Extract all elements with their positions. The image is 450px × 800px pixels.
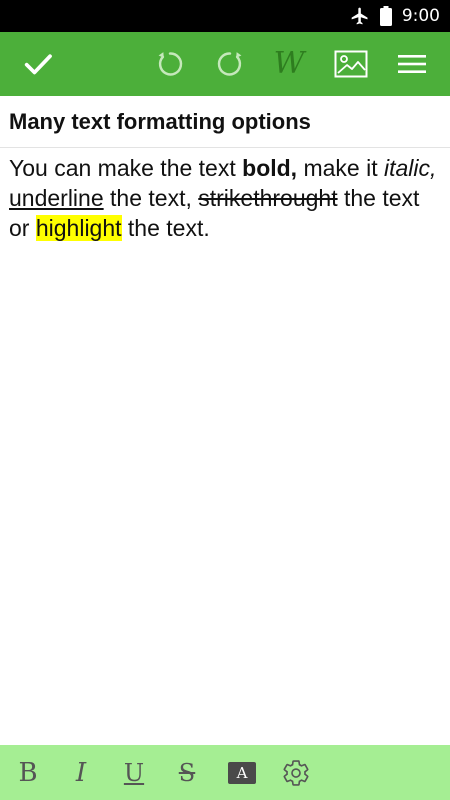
status-bar: 9:00 — [0, 0, 450, 32]
underline-button[interactable]: U — [114, 745, 154, 800]
settings-button[interactable] — [276, 745, 316, 800]
text-color-button[interactable]: A — [222, 745, 262, 800]
strikethrough-button[interactable]: S — [167, 745, 207, 800]
body-strike-text: strikethrought — [198, 185, 338, 211]
text-color-icon: A — [228, 761, 256, 784]
wikipedia-icon: W — [273, 46, 305, 81]
overflow-menu-button[interactable] — [388, 32, 436, 96]
italic-button[interactable]: I — [61, 745, 101, 800]
redo-button[interactable] — [206, 32, 254, 96]
formatting-toolbar: B I U S A — [0, 745, 450, 800]
menu-icon — [398, 55, 426, 73]
action-toolbar: W — [0, 32, 450, 96]
body-highlight-text: highlight — [35, 215, 122, 241]
strikethrough-icon: S — [178, 758, 196, 787]
airplane-mode-icon — [351, 7, 368, 25]
battery-icon — [379, 6, 392, 26]
body-text-segment: the text, — [103, 185, 199, 211]
body-text-segment: make it — [297, 155, 384, 181]
settings-gear-icon — [283, 759, 309, 786]
save-check-button[interactable] — [14, 32, 62, 96]
body-text-segment: the text. — [121, 215, 210, 241]
note-body-editor[interactable]: You can make the text bold, make it ital… — [9, 153, 441, 243]
wikipedia-button[interactable]: W — [265, 32, 313, 96]
body-italic-text: italic, — [384, 155, 437, 181]
undo-button[interactable] — [146, 32, 194, 96]
bold-icon: B — [18, 757, 38, 788]
body-underline-text: underline — [9, 185, 104, 211]
insert-image-button[interactable] — [327, 32, 375, 96]
body-text-segment: You can make the text — [9, 155, 243, 181]
note-title-row — [0, 96, 450, 148]
status-time: 9:00 — [401, 6, 440, 26]
body-bold-text: bold, — [242, 155, 298, 181]
underline-icon: U — [123, 758, 145, 787]
note-title-input[interactable] — [0, 96, 450, 147]
italic-icon: I — [75, 757, 87, 788]
check-icon — [24, 54, 52, 75]
undo-icon — [158, 52, 183, 76]
bold-button[interactable]: B — [8, 745, 48, 800]
image-icon — [334, 50, 368, 78]
redo-icon — [217, 52, 242, 76]
